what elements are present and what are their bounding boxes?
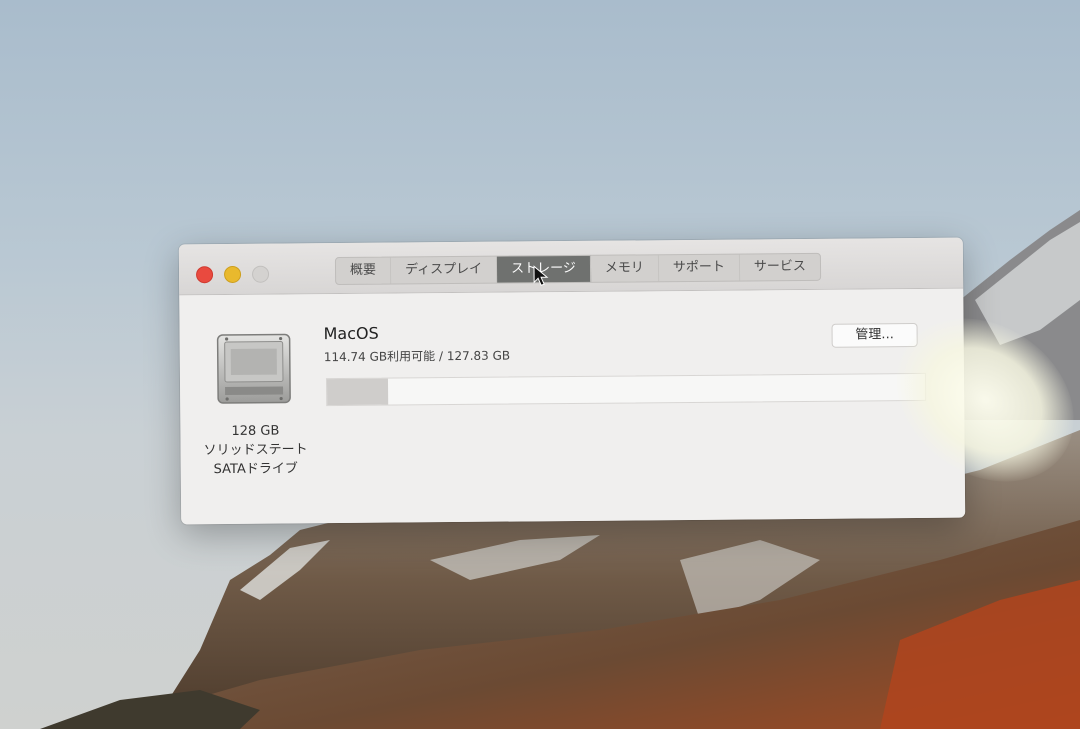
title-bar: 概要 ディスプレイ ストレージ メモリ サポート サービス [178, 237, 964, 296]
zoom-button[interactable] [251, 265, 270, 283]
minimize-button[interactable] [223, 265, 242, 284]
mouse-pointer-icon [533, 265, 549, 286]
tab-service[interactable]: サービス [740, 254, 820, 281]
close-button[interactable] [195, 266, 214, 284]
drive-info: 128 GB ソリッドステート SATAドライブ [185, 421, 325, 479]
about-this-mac-window: 概要 ディスプレイ ストレージ メモリ サポート サービス 128 GB ソリッ… [178, 237, 966, 525]
storage-panel: 128 GB ソリッドステート SATAドライブ MacOS 114.74 GB… [179, 288, 966, 525]
drive-interface: SATAドライブ [213, 461, 298, 478]
manage-button[interactable]: 管理... [831, 322, 918, 348]
storage-used-segment [326, 378, 389, 406]
drive-size: 128 GB [231, 423, 280, 439]
tab-displays[interactable]: ディスプレイ [390, 256, 498, 284]
drive-type: ソリッドステート [203, 442, 308, 459]
tab-support[interactable]: サポート [658, 254, 741, 282]
tab-memory[interactable]: メモリ [590, 255, 660, 282]
desktop: 概要 ディスプレイ ストレージ メモリ サポート サービス 128 GB ソリッ… [0, 0, 1080, 729]
volume-name: MacOS [323, 323, 379, 344]
tab-overview[interactable]: 概要 [335, 257, 392, 285]
ssd-drive-icon [216, 333, 291, 404]
storage-usage-bar [325, 372, 927, 407]
volume-capacity: 114.74 GB利用可能 / 127.83 GB [323, 348, 511, 365]
tab-bar: 概要 ディスプレイ ストレージ メモリ サポート サービス [334, 252, 822, 286]
